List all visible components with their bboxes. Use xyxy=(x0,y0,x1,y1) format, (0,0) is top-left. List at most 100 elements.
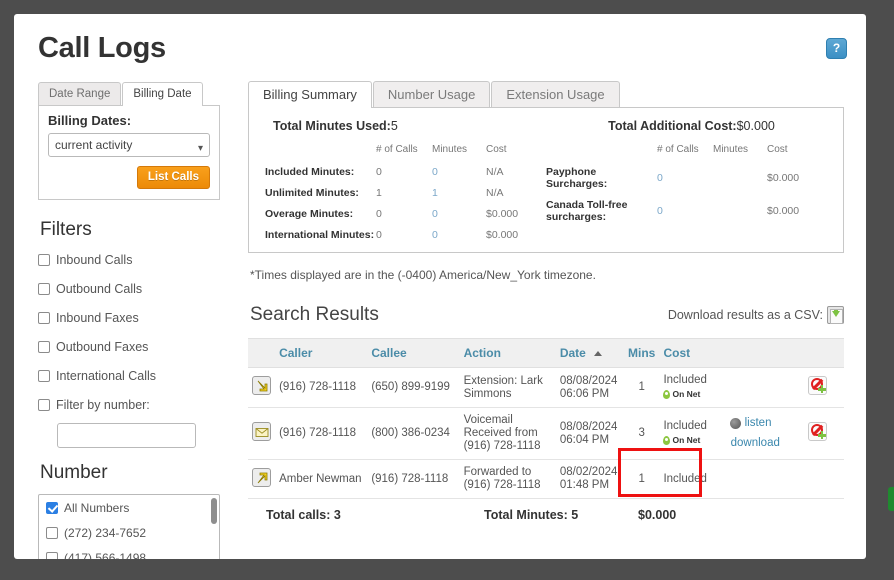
filter-outbound-calls[interactable]: Outbound Calls xyxy=(38,282,220,296)
col-calls: # of Calls xyxy=(376,144,418,155)
cell-callee: (916) 728-1118 xyxy=(367,459,460,499)
filter-inbound-faxes[interactable]: Inbound Faxes xyxy=(38,311,220,325)
checkbox-icon[interactable] xyxy=(38,283,50,295)
cell-cost: Included On Net xyxy=(659,367,726,408)
csv-download-icon[interactable] xyxy=(827,306,844,324)
checkbox-icon[interactable] xyxy=(38,399,50,411)
total-cost: $0.000 xyxy=(638,508,677,522)
usage-tabs: Billing Summary Number Usage Extension U… xyxy=(248,81,844,108)
total-minutes-label: Total Minutes Used: xyxy=(273,119,391,133)
table-row: Canada Toll-free surcharges: 0 $0.000 xyxy=(546,195,827,228)
row-cost: N/A xyxy=(486,187,504,199)
list-item[interactable]: All Numbers xyxy=(46,501,212,515)
side-feedback-tab[interactable] xyxy=(888,487,894,511)
row-cost: $0.000 xyxy=(767,205,800,217)
col-minutes: Minutes xyxy=(713,144,749,155)
col-caller[interactable]: Caller xyxy=(275,338,368,368)
tab-billing-summary[interactable]: Billing Summary xyxy=(248,81,372,108)
forwarded-call-icon xyxy=(252,467,271,487)
additional-cost-summary: Total Additional Cost:$0.000 # of Calls … xyxy=(546,119,827,246)
csv-download: Download results as a CSV: xyxy=(668,306,844,324)
cell-action: Extension: Lark Simmons xyxy=(459,367,556,408)
cell-caller: (916) 728-1118 xyxy=(275,367,368,408)
filter-by-number[interactable]: Filter by number: xyxy=(38,398,220,412)
number-list[interactable]: All Numbers (272) 234-7652 (417) 566-149… xyxy=(38,494,220,559)
browser-window: Call Logs ? Date Range Billing Date Bill… xyxy=(14,14,866,559)
status-badge-label: On Net xyxy=(672,435,701,445)
scrollbar-thumb[interactable] xyxy=(211,498,217,524)
tab-extension-usage[interactable]: Extension Usage xyxy=(491,81,620,107)
sort-ascending-icon xyxy=(594,351,603,357)
filter-label: Filter by number: xyxy=(56,398,150,412)
row-minutes: 1 xyxy=(432,187,438,199)
checkbox-icon[interactable] xyxy=(46,527,58,539)
cell-date: 08/02/2024 01:48 PM xyxy=(555,459,625,499)
row-calls: 0 xyxy=(376,208,382,220)
filter-international-calls[interactable]: International Calls xyxy=(38,369,220,383)
filter-inbound-calls[interactable]: Inbound Calls xyxy=(38,253,220,267)
list-item[interactable]: (272) 234-7652 xyxy=(46,526,212,540)
help-button[interactable]: ? xyxy=(826,38,847,59)
total-cost-label: Total Additional Cost: xyxy=(608,119,737,133)
col-date[interactable]: Date xyxy=(555,338,625,368)
row-label: Unlimited Minutes: xyxy=(265,187,359,199)
billing-dates-select[interactable]: current activity ▾ xyxy=(48,133,210,157)
status-badge-label: On Net xyxy=(672,389,701,399)
listen-link-row[interactable]: listen xyxy=(729,417,800,430)
cell-media: listen download xyxy=(725,407,804,460)
download-link-row[interactable]: download xyxy=(731,437,800,450)
row-label: Payphone Surcharges: xyxy=(546,166,608,190)
add-to-blocklist-icon[interactable] xyxy=(807,376,827,395)
checkbox-icon[interactable] xyxy=(46,502,58,514)
list-calls-button[interactable]: List Calls xyxy=(136,166,210,189)
number-label: (417) 566-1498 xyxy=(64,551,147,559)
list-item[interactable]: (417) 566-1498 xyxy=(46,551,212,559)
col-mins[interactable]: Mins xyxy=(624,338,660,368)
speaker-icon xyxy=(729,418,741,429)
table-row: Payphone Surcharges: 0 $0.000 xyxy=(546,162,827,195)
billing-dates-value: current activity xyxy=(55,138,133,152)
col-cost[interactable]: Cost xyxy=(659,338,726,368)
filter-label: Inbound Faxes xyxy=(56,311,139,325)
left-sidebar: Date Range Billing Date Billing Dates: c… xyxy=(38,82,220,559)
row-type-cell xyxy=(248,407,276,460)
row-calls: 0 xyxy=(657,172,663,184)
cell-block xyxy=(803,367,844,408)
cell-cost: Included xyxy=(659,459,726,499)
tab-billing-date[interactable]: Billing Date xyxy=(122,82,203,106)
row-calls: 0 xyxy=(657,205,663,217)
checkbox-icon[interactable] xyxy=(38,254,50,266)
filter-label: Outbound Calls xyxy=(56,282,143,296)
cell-callee: (650) 899-9199 xyxy=(367,367,460,408)
tab-date-range[interactable]: Date Range xyxy=(38,82,122,105)
checkbox-icon[interactable] xyxy=(38,370,50,382)
cell-caller: Amber Newman xyxy=(275,459,368,499)
col-action[interactable]: Action xyxy=(459,338,556,368)
cell-action: Forwarded to (916) 728-1118 xyxy=(459,459,556,499)
checkbox-icon[interactable] xyxy=(38,312,50,324)
listen-link[interactable]: listen xyxy=(745,417,772,430)
filter-outbound-faxes[interactable]: Outbound Faxes xyxy=(38,340,220,354)
col-callee[interactable]: Callee xyxy=(367,338,460,368)
add-to-blocklist-icon[interactable] xyxy=(807,422,827,441)
row-label: Overage Minutes: xyxy=(265,208,354,220)
voicemail-icon xyxy=(252,422,271,441)
number-label: All Numbers xyxy=(64,501,130,515)
download-link[interactable]: download xyxy=(731,437,780,449)
checkbox-icon[interactable] xyxy=(38,341,50,353)
col-block xyxy=(803,338,844,368)
cell-media xyxy=(725,459,804,499)
tab-number-usage[interactable]: Number Usage xyxy=(372,81,491,107)
minutes-summary: Total Minutes Used:5 # of Calls Minutes … xyxy=(265,119,546,246)
filter-number-input[interactable] xyxy=(57,423,196,448)
row-type-cell xyxy=(248,459,276,499)
table-header-row: Caller Callee Action Date Mins Cost xyxy=(248,338,844,368)
filters-heading: Filters xyxy=(40,219,92,240)
col-cost: Cost xyxy=(767,144,788,155)
col-type xyxy=(248,338,276,368)
checkbox-icon[interactable] xyxy=(46,552,58,559)
total-minutes: Total Minutes: 5 xyxy=(484,508,579,522)
billing-date-panel: Billing Dates: current activity ▾ List C… xyxy=(38,105,220,200)
cell-caller: (916) 728-1118 xyxy=(275,407,368,460)
cell-media xyxy=(725,367,804,408)
